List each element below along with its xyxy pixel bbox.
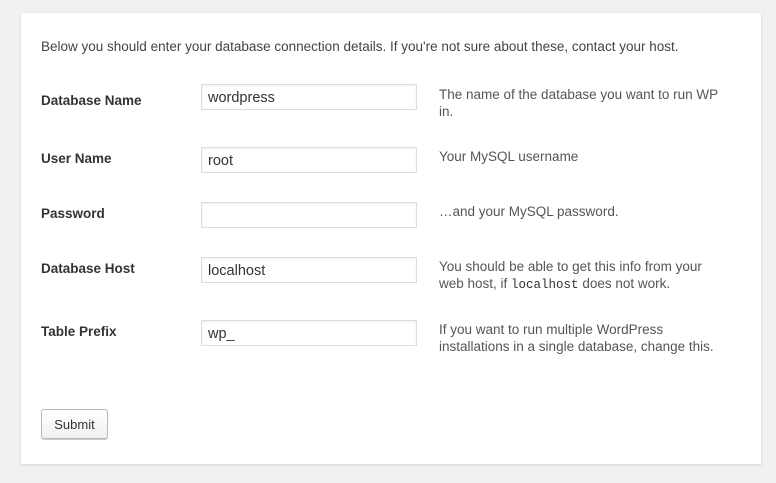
database-host-input[interactable] (201, 257, 417, 283)
password-description: …and your MySQL password. (439, 204, 619, 219)
table-prefix-label: Table Prefix (41, 324, 117, 339)
table-prefix-input[interactable] (201, 320, 417, 346)
table-prefix-description: If you want to run multiple WordPress in… (439, 322, 714, 354)
database-name-description: The name of the database you want to run… (439, 87, 718, 119)
database-host-description: You should be able to get this info from… (439, 258, 729, 294)
intro-text: Below you should enter your database con… (41, 39, 679, 54)
user-name-label: User Name (41, 151, 112, 166)
database-name-label: Database Name (41, 93, 142, 108)
user-name-description: Your MySQL username (439, 149, 579, 164)
database-host-label: Database Host (41, 261, 135, 276)
database-host-description-code: localhost (511, 278, 579, 292)
setup-form-card: Below you should enter your database con… (21, 13, 761, 464)
password-input[interactable] (201, 202, 417, 228)
database-host-description-after: does not work. (578, 276, 671, 291)
database-name-input[interactable] (201, 84, 417, 110)
user-name-input[interactable] (201, 147, 417, 173)
submit-button[interactable]: Submit (41, 409, 108, 439)
password-label: Password (41, 206, 105, 221)
